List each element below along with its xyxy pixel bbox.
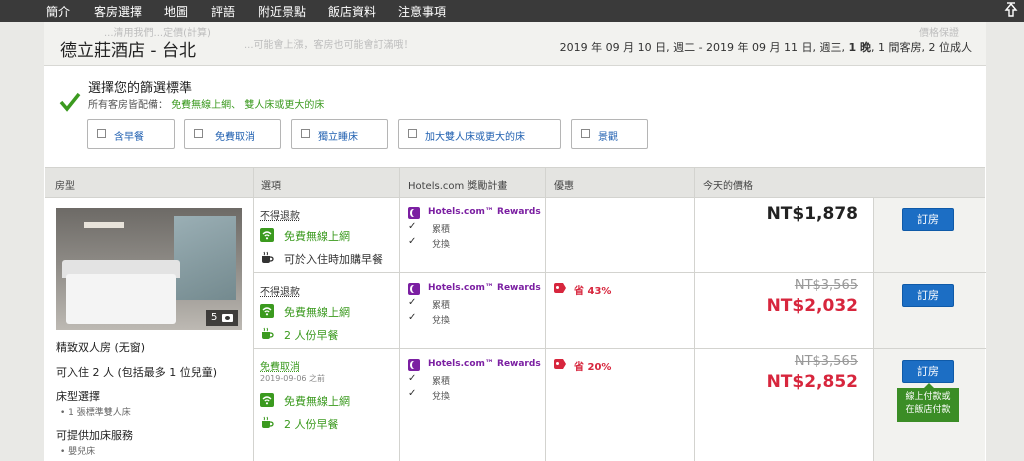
room-name: 精致双人房 (无窗) [56,341,146,354]
filter-queen-or-larger[interactable]: 加大雙人床或更大的床 [398,119,561,149]
checkbox-icon[interactable] [194,129,203,138]
divider [694,168,695,461]
rooms-card: 選擇您的篩選標準 所有客房皆配備： 免費無線上網、 雙人床或更大的床 含早餐 免… [44,66,986,461]
tab-hotel-info[interactable]: 飯店資料 [328,3,376,20]
extra-bed-item: • 嬰兒床 [60,447,96,457]
rate3-policy-date: 2019-09-06 之前 [260,374,326,383]
rate2-policy-link[interactable]: 不得退款 [260,283,300,298]
check-icon: ✓ [408,297,417,308]
camera-icon [222,314,233,322]
tab-nearby[interactable]: 附近景點 [258,3,306,20]
filter-included: 所有客房皆配備： 免費無線上網、 雙人床或更大的床 [88,100,325,111]
check-icon: ✓ [408,236,417,247]
filter-separate-beds[interactable]: 獨立睡床 [291,119,388,149]
filter-view[interactable]: 景觀 [571,119,648,149]
rate1-book-button[interactable]: 訂房 [902,208,954,231]
rate2-old-price: NT$3,565 [794,278,858,293]
rate2-price: NT$2,032 [766,296,858,316]
bed-type-heading: 床型選擇 [56,390,100,403]
photo-detail [174,216,236,300]
check-icon: ✓ [408,373,417,384]
hotel-name: 德立莊酒店 - 台北 [60,41,196,61]
top-nav: 簡介 客房選擇 地圖 評語 附近景點 飯店資料 注意事項 [0,0,1024,26]
rates-table-header: 房型 選項 Hotels.com 獎勵計畫 優惠 今天的價格 [45,167,985,198]
divider [253,168,254,461]
price-tag-icon [554,283,566,293]
tab-map[interactable]: 地圖 [164,3,188,20]
divider [873,198,874,461]
stay-summary: 2019 年 09 月 10 日, 週二 - 2019 年 09 月 11 日,… [559,41,972,54]
room-photo[interactable]: 5 [56,208,242,330]
th-price: 今天的價格 [703,181,753,192]
photo-count-badge[interactable]: 5 [206,310,238,326]
wifi-icon [260,393,274,407]
tab-overview[interactable]: 簡介 [46,3,70,20]
pay-options-tooltip: 線上付款或 在飯店付款 [897,383,959,422]
th-options: 選項 [261,181,281,192]
rate2-rewards: Hotels.com™ Rewards ✓ 累積 ✓ 兌換 [408,283,541,326]
th-room-type: 房型 [55,181,75,192]
checkbox-icon[interactable] [408,129,417,138]
th-deals: 優惠 [554,181,574,192]
rate3-policy-link[interactable]: 免費取消 [260,358,300,373]
check-icon: ✓ [408,221,417,232]
checkbox-icon[interactable] [301,129,310,138]
filter-free-cancel[interactable]: 免費取消 [184,119,281,149]
bed-type-item: • 1 張標準雙人床 [60,408,131,418]
tab-rooms[interactable]: 客房選擇 [91,3,145,26]
rewards-moon-icon [408,207,420,219]
photo-detail [66,274,176,324]
rate1-rewards: Hotels.com™ Rewards ✓ 累積 ✓ 兌換 [408,207,541,250]
room-occupancy: 可入住 2 人 (包括最多 1 位兒童) [56,366,218,379]
filter-title: 選擇您的篩選標準 [88,81,193,96]
coffee-cup-icon [262,251,274,263]
th-rewards: Hotels.com 獎勵計畫 [408,181,508,192]
filter-breakfast[interactable]: 含早餐 [87,119,175,149]
coffee-cup-icon [262,327,274,339]
checkbox-icon[interactable] [581,129,590,138]
photo-detail [84,222,124,228]
tab-notes[interactable]: 注意事項 [398,3,446,20]
rate3-rewards: Hotels.com™ Rewards ✓ 累積 ✓ 兌換 [408,359,541,402]
price-tag-icon [554,359,566,369]
rate3-old-price: NT$3,565 [794,354,858,369]
rate2-book-button[interactable]: 訂房 [902,284,954,307]
page-gutter [986,22,1024,461]
coffee-cup-icon [262,416,274,428]
rate3-book-button[interactable]: 訂房 [902,360,954,383]
wifi-icon [260,228,274,242]
tab-reviews[interactable]: 評語 [211,3,235,20]
divider [399,168,400,461]
rate3-price: NT$2,852 [766,372,858,392]
rate1-price: NT$1,878 [766,204,858,224]
wifi-icon [260,304,274,318]
checkbox-icon[interactable] [97,129,106,138]
checkmark-icon [59,92,81,112]
check-icon: ✓ [408,388,417,399]
scroll-to-top-icon[interactable] [1004,2,1018,18]
price-guarantee-ghost: 價格保證 [919,28,959,39]
check-icon: ✓ [408,312,417,323]
rewards-moon-icon [408,283,420,295]
price-hint-ghost-2: ...可能會上漲，客房也可能會訂滿哦！ [244,40,414,51]
hotel-header: ...清用我們...定價(計算) ...可能會上漲，客房也可能會訂滿哦！ 價格保… [44,22,986,66]
rate1-policy-link[interactable]: 不得退款 [260,207,300,222]
rewards-moon-icon [408,359,420,371]
extra-bed-heading: 可提供加床服務 [56,429,133,442]
